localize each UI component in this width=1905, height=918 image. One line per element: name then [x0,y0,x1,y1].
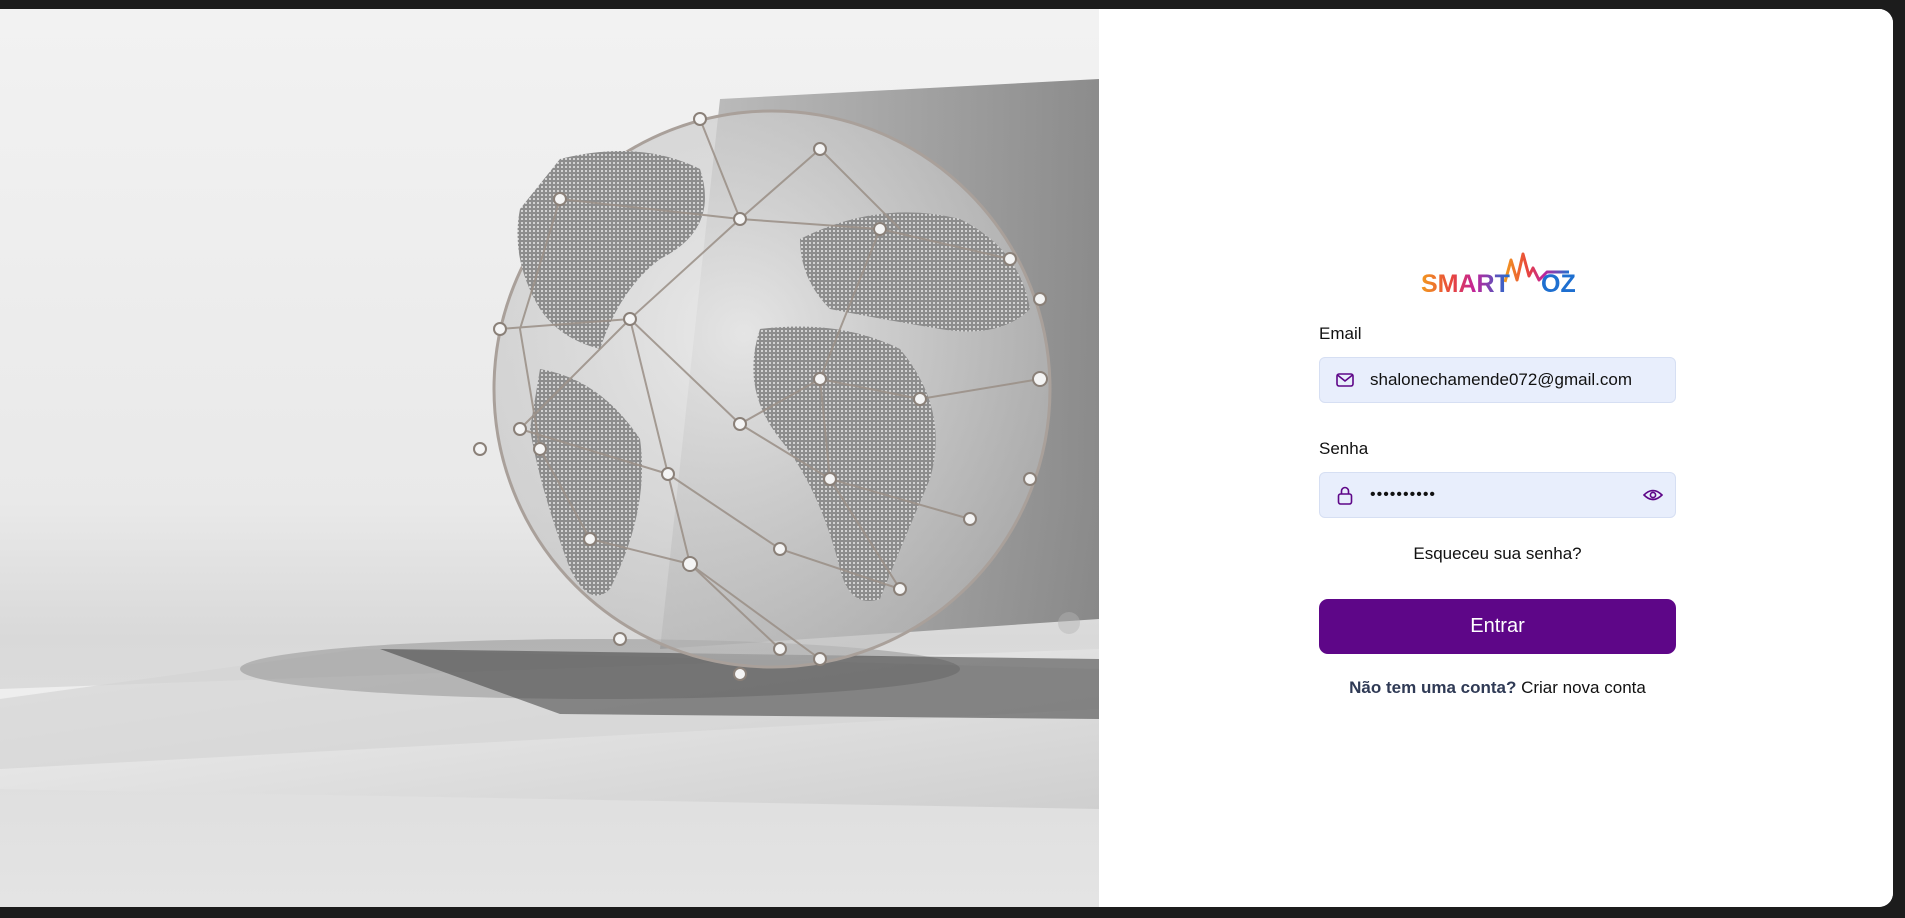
smartvoz-logo: SMART OZ [1421,252,1576,298]
password-input[interactable]: •••••••••• [1370,486,1631,504]
globe-laptop-illustration [0,79,1099,809]
login-panel: SMART OZ Email shalonechamende072@gmail.… [1099,9,1893,907]
no-account-text: Não tem uma conta? [1349,678,1517,697]
submit-button[interactable]: Entrar [1319,599,1676,654]
svg-text:OZ: OZ [1541,270,1575,298]
mail-icon [1320,357,1370,403]
scroll-indicator [1058,612,1080,634]
password-field[interactable]: •••••••••• [1319,472,1676,518]
email-label: Email [1319,324,1362,343]
lock-icon [1320,472,1370,518]
brand-logo: SMART OZ [1419,246,1576,298]
forgot-password-link[interactable]: Esqueceu sua senha? [1319,544,1676,564]
hero-image [0,9,1099,907]
svg-text:SMART: SMART [1421,270,1510,298]
signup-row: Não tem uma conta? Criar nova conta [1319,678,1676,698]
password-label: Senha [1319,439,1369,458]
email-field[interactable]: shalonechamende072@gmail.com [1319,357,1676,403]
email-input[interactable]: shalonechamende072@gmail.com [1370,370,1675,390]
eye-icon[interactable] [1631,472,1675,518]
create-account-link[interactable]: Criar nova conta [1521,678,1646,697]
app-window: SMART OZ Email shalonechamende072@gmail.… [0,9,1893,907]
